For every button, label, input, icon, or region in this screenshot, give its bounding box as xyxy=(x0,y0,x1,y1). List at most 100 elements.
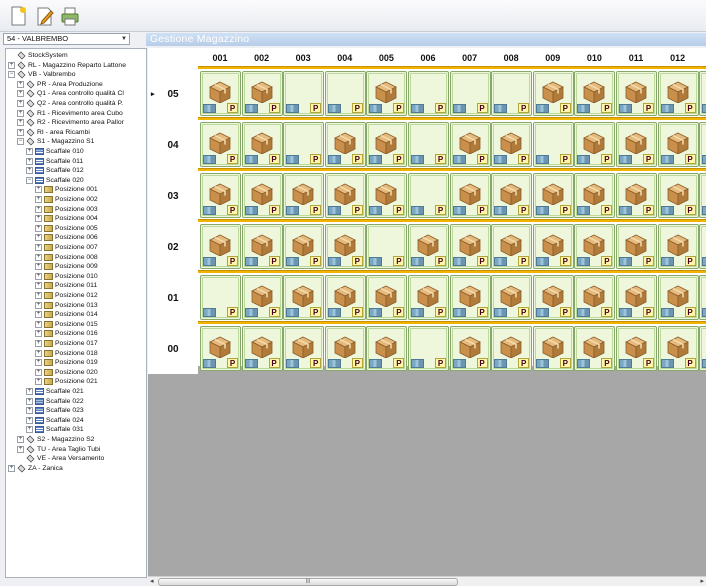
expand-icon[interactable]: + xyxy=(35,196,42,203)
tree-node[interactable]: + Posizione 021 xyxy=(35,377,98,386)
collapse-icon[interactable]: − xyxy=(17,138,24,146)
rack-cell[interactable]: P xyxy=(574,71,616,116)
expand-icon[interactable]: + xyxy=(26,148,33,155)
rack-cell[interactable]: P xyxy=(449,71,491,116)
rack-cell[interactable]: P xyxy=(283,326,325,371)
row-header[interactable]: 01 xyxy=(148,273,198,323)
rack-cell[interactable]: P xyxy=(657,71,699,116)
rack-cell[interactable]: P xyxy=(574,326,616,371)
rack-cell[interactable]: P xyxy=(408,173,449,218)
rack-cell[interactable]: P xyxy=(616,326,657,371)
rack-cell[interactable]: P xyxy=(449,275,491,320)
expand-icon[interactable]: + xyxy=(26,167,33,175)
rack-cell[interactable]: P xyxy=(491,275,533,320)
tree-node[interactable]: + Posizione 020 xyxy=(35,368,98,377)
expand-icon[interactable]: + xyxy=(17,100,24,107)
rack-cell[interactable]: P xyxy=(616,224,657,269)
horizontal-scrollbar[interactable]: ◂ III ▸ xyxy=(148,576,706,586)
rack-cell[interactable]: P xyxy=(449,224,491,269)
chevron-down-icon[interactable]: ▼ xyxy=(121,34,127,44)
tree-node[interactable]: + Scaffale 021 xyxy=(26,387,84,396)
tree-node[interactable]: + Scaffale 031 xyxy=(26,425,84,434)
print-button[interactable] xyxy=(60,5,80,27)
rack-cell[interactable]: P xyxy=(657,275,699,320)
rack-cell[interactable]: P xyxy=(324,224,366,269)
rack-cell[interactable]: P xyxy=(532,326,574,371)
tree-node[interactable]: StockSystem xyxy=(8,51,68,60)
tree-node[interactable]: + Scaffale 012 xyxy=(26,166,84,175)
rack-cell[interactable]: P xyxy=(408,326,449,371)
rack-cell[interactable]: P xyxy=(616,275,657,320)
expand-icon[interactable]: + xyxy=(35,320,42,328)
tree-node[interactable]: + Posizione 009 xyxy=(35,262,98,271)
tree-node[interactable]: + Q1 - Area controllo qualità Cl xyxy=(17,89,124,98)
warehouse-select[interactable]: 54 - VALBREMBO ▼ xyxy=(3,33,130,45)
rack-cell[interactable]: P xyxy=(532,122,574,167)
tree-node[interactable]: + Posizione 008 xyxy=(35,253,98,262)
expand-icon[interactable]: + xyxy=(35,272,42,280)
expand-icon[interactable]: + xyxy=(17,90,24,98)
rack-cell[interactable]: P xyxy=(241,122,283,167)
scroll-right-icon[interactable]: ▸ xyxy=(700,577,704,585)
expand-icon[interactable]: + xyxy=(26,397,33,405)
warehouse-tree[interactable]: StockSystem + RL - Magazzino Reparto Latto… xyxy=(5,48,147,578)
rack-cell[interactable]: P xyxy=(241,224,283,269)
rack-cell[interactable]: P xyxy=(532,275,574,320)
tree-node[interactable]: + Scaffale 011 xyxy=(26,157,83,166)
rack-cell[interactable]: P xyxy=(408,224,449,269)
expand-icon[interactable]: + xyxy=(35,234,42,242)
rack-cell[interactable]: P xyxy=(699,71,706,116)
tree-node[interactable]: VE - Area Versamento xyxy=(17,454,104,463)
tree-node[interactable]: + Scaffale 023 xyxy=(26,406,84,415)
tree-node[interactable]: − Scaffale 020 xyxy=(26,176,84,185)
tree-node[interactable]: + Posizione 001 xyxy=(35,185,98,194)
rack-cell[interactable]: P xyxy=(366,122,408,167)
rack-cell[interactable]: P xyxy=(574,275,616,320)
scroll-thumb[interactable]: III xyxy=(158,578,458,586)
expand-icon[interactable]: + xyxy=(26,388,33,395)
rack-cell[interactable]: P xyxy=(366,71,408,116)
expand-icon[interactable]: + xyxy=(26,416,33,424)
rack-cell[interactable]: P xyxy=(532,224,574,269)
rack-cell[interactable]: P xyxy=(283,275,325,320)
rack-cell[interactable]: P xyxy=(449,326,491,371)
rack-cell[interactable]: P xyxy=(241,173,283,218)
rack-cell[interactable]: P xyxy=(532,173,574,218)
expand-icon[interactable]: + xyxy=(35,205,42,213)
rack-cell[interactable]: P xyxy=(491,122,533,167)
tree-node[interactable]: + Posizione 006 xyxy=(35,233,98,242)
expand-icon[interactable]: + xyxy=(35,186,42,194)
expand-icon[interactable]: + xyxy=(35,292,42,299)
rack-cell[interactable]: P xyxy=(699,326,706,371)
rack-cell[interactable]: P xyxy=(491,173,533,218)
tree-node[interactable]: + ZA - Zanica xyxy=(8,464,63,473)
rack-cell[interactable]: P xyxy=(657,173,699,218)
rack-cell[interactable]: P xyxy=(574,173,616,218)
rack-cell[interactable]: P xyxy=(657,122,699,167)
expand-icon[interactable]: + xyxy=(17,109,24,117)
expand-icon[interactable]: + xyxy=(35,215,42,223)
tree-node[interactable]: + Posizione 014 xyxy=(35,310,98,319)
tree-node[interactable]: + Posizione 012 xyxy=(35,291,98,300)
collapse-icon[interactable]: − xyxy=(8,71,15,79)
tree-node[interactable]: + RI - area Ricambi xyxy=(17,128,90,137)
expand-icon[interactable]: + xyxy=(8,61,15,69)
rack-cell[interactable]: P xyxy=(616,173,657,218)
expand-icon[interactable]: + xyxy=(35,330,42,338)
rack-cell[interactable]: P xyxy=(408,122,449,167)
rack-cell[interactable]: P xyxy=(491,71,533,116)
expand-icon[interactable]: + xyxy=(17,445,24,453)
expand-icon[interactable]: + xyxy=(17,119,24,127)
tree-node[interactable]: + Q2 - Area controllo qualità P. xyxy=(17,99,123,108)
tree-node[interactable]: + Scaffale 022 xyxy=(26,397,84,406)
rack-cell[interactable]: P xyxy=(283,224,325,269)
expand-icon[interactable]: + xyxy=(35,263,42,271)
tree-node[interactable]: + Posizione 019 xyxy=(35,358,98,367)
tree-node[interactable]: + Posizione 010 xyxy=(35,272,98,281)
rack-cell[interactable]: P xyxy=(699,173,706,218)
expand-icon[interactable]: + xyxy=(35,224,42,232)
tree-node[interactable]: + Posizione 003 xyxy=(35,205,98,214)
rack-cell[interactable]: P xyxy=(324,71,366,116)
scroll-left-icon[interactable]: ◂ xyxy=(150,577,154,585)
rack-cell[interactable]: P xyxy=(699,275,706,320)
